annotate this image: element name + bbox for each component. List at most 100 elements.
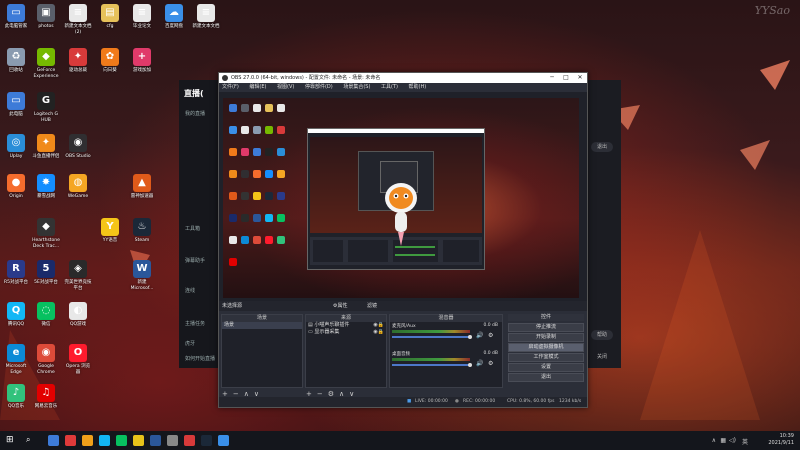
taskbar-app-icon[interactable] [201, 435, 212, 446]
source-item[interactable]: ▤ 小喵声乐聊插件 ◉🔒 [306, 322, 386, 329]
volume-slider[interactable] [392, 364, 470, 366]
desktop-icon[interactable]: ✿ 向日葵 [92, 46, 128, 90]
gear-icon[interactable]: ⚙ [488, 332, 493, 339]
menu-docks[interactable]: 停靠部件(D) [305, 84, 333, 90]
live-side-item[interactable]: 虎牙 [185, 340, 195, 347]
live-side-item[interactable]: 连线 [185, 287, 195, 294]
desktop-icon[interactable]: ✦ 斗鱼直播伴侣 [28, 132, 64, 176]
desktop-icon[interactable]: ◍ WeGame [60, 172, 96, 216]
taskbar-app-icon[interactable] [167, 435, 178, 446]
filters-button[interactable]: 滤镜 [367, 301, 377, 311]
desktop-icon[interactable]: G Logitech G HUB [28, 90, 64, 134]
studio-mode-button[interactable]: 工作室模式 [508, 353, 584, 362]
taskbar-app-icon[interactable] [133, 435, 144, 446]
live-side-item[interactable]: 我的直播 [185, 110, 205, 117]
network-icon[interactable]: ▦ [720, 437, 726, 444]
taskbar-app-icon[interactable] [184, 435, 195, 446]
volume-slider-handle[interactable] [468, 363, 472, 367]
maximize-button[interactable]: □ [559, 73, 573, 83]
preview-mini-icon [229, 236, 237, 244]
obs-titlebar[interactable]: OBS 27.0.0 (64-bit, windows) - 配置文件: 未命名… [219, 73, 587, 83]
taskbar-app-icon[interactable] [82, 435, 93, 446]
desktop-app-icon: ♫ [37, 384, 55, 402]
menu-scene-collection[interactable]: 场景集合(S) [343, 84, 370, 90]
eye-icon[interactable]: ◉🔒 [373, 322, 384, 329]
desktop-icon[interactable]: ▤ cfg [92, 2, 128, 46]
eye-icon[interactable]: ◉🔒 [373, 329, 384, 336]
properties-button[interactable]: ⚙属性 [333, 301, 347, 311]
preview-mini-icon [265, 236, 273, 244]
desktop-icon[interactable]: ≡ 新建文本文档 [188, 2, 224, 46]
gear-icon[interactable]: ⚙ [488, 360, 493, 367]
start-button[interactable]: ⊞ [6, 435, 14, 445]
taskbar-app-icon[interactable] [218, 435, 229, 446]
desktop-icon[interactable]: ◐ QQ游戏 [60, 300, 96, 344]
menu-tools[interactable]: 工具(T) [381, 84, 398, 90]
desktop-icon[interactable]: ◉ Google Chrome [28, 342, 64, 386]
desktop-icon[interactable]: ▲ 雷神加速器 [124, 172, 160, 216]
desktop-icon[interactable]: Y YY语音 [92, 216, 128, 260]
menu-file[interactable]: 文件(F) [222, 84, 239, 90]
desktop-icon[interactable]: ▣ photos [28, 2, 64, 46]
volume-slider-handle[interactable] [468, 335, 472, 339]
desktop-icon[interactable]: 5 5E对战平台 [28, 258, 64, 302]
taskbar-app-icon[interactable] [65, 435, 76, 446]
taskbar-app-icon[interactable] [116, 435, 127, 446]
sources-header: 来源 [306, 315, 386, 322]
volume-slider[interactable] [392, 336, 470, 338]
desktop-icon[interactable]: ♫ 网易云音乐 [28, 382, 64, 426]
desktop-app-icon: O [69, 344, 87, 362]
desktop-app-icon: ♪ [7, 384, 25, 402]
preview-canvas[interactable] [223, 98, 579, 298]
desktop-icon[interactable]: ≡ 毕业论文 [124, 2, 160, 46]
live-side-item[interactable]: 弹幕助手 [185, 257, 205, 264]
menu-help[interactable]: 帮助(H) [409, 84, 427, 90]
source-item[interactable]: ▭ 显示器采集 ◉🔒 [306, 329, 386, 336]
desktop-app-icon: ◍ [69, 174, 87, 192]
scene-item[interactable]: 场景 [222, 322, 302, 329]
desktop-icon[interactable]: ≡ 新建文本文档 (2) [60, 2, 96, 46]
obs-preview[interactable] [219, 92, 587, 301]
volume-icon[interactable]: ◁) [729, 437, 736, 444]
desktop-icon[interactable]: O Opera 浏览 器 [60, 342, 96, 386]
search-icon[interactable]: ⌕ [26, 435, 30, 445]
preview-mini-icon [265, 192, 273, 200]
stop-streaming-button[interactable]: 停止推流 [508, 323, 584, 332]
live-exit-button[interactable]: 退出 [591, 142, 613, 152]
desktop-icon[interactable]: ◈ 完美世界竞技 平台 [60, 258, 96, 302]
desktop-icon[interactable]: ◆ GeForce Experience [28, 46, 64, 90]
menu-edit[interactable]: 编辑(E) [249, 84, 266, 90]
desktop-icon[interactable]: ✸ 暴雪战网 [28, 172, 64, 216]
live-help-button[interactable]: 帮助 [591, 330, 613, 340]
live-close-button[interactable]: 关闭 [591, 352, 613, 362]
settings-button[interactable]: 设置 [508, 363, 584, 372]
speaker-icon[interactable]: 🔊 [476, 332, 483, 339]
desktop-icon[interactable]: + 游戏加加 [124, 46, 160, 90]
obs-logo-icon [222, 75, 228, 81]
desktop-icon[interactable]: ◆ Hearthstone Deck Trac... [28, 216, 64, 260]
start-recording-button[interactable]: 开始录制 [508, 333, 584, 342]
input-language[interactable]: 英 [742, 437, 748, 446]
taskbar-app-icon[interactable] [99, 435, 110, 446]
taskbar-app-icon[interactable] [48, 435, 59, 446]
desktop-icon-label: Opera 浏览 器 [65, 364, 91, 375]
taskbar-app-icon[interactable] [150, 435, 161, 446]
live-side-item[interactable]: 工具箱 [185, 225, 200, 232]
desktop-icon[interactable]: ☁ 百度网盘 [156, 2, 192, 46]
live-side-item[interactable]: 如何开始直播 [185, 355, 215, 362]
desktop-app-icon: R [7, 260, 25, 278]
desktop-icon[interactable]: ◌ 微信 [28, 300, 64, 344]
menu-view[interactable]: 视图(V) [277, 84, 294, 90]
desktop-icon[interactable]: ✦ 驱动总裁 [60, 46, 96, 90]
minimize-button[interactable]: ─ [545, 73, 559, 83]
tray-chevron-icon[interactable]: ∧ [712, 437, 716, 444]
live-side-item[interactable]: 主播任务 [185, 320, 205, 327]
start-virtual-camera-button[interactable]: 启动虚拟摄像机 [508, 343, 584, 352]
exit-button[interactable]: 退出 [508, 373, 584, 382]
speaker-icon[interactable]: 🔊 [476, 360, 483, 367]
desktop-icon[interactable]: W 新建 Microsof... [124, 258, 160, 302]
close-button[interactable]: ✕ [573, 73, 587, 83]
clock[interactable]: 10:39 2021/9/11 [768, 433, 794, 447]
desktop-icon[interactable]: ◉ OBS Studio [60, 132, 96, 176]
desktop-icon[interactable]: ♨ Steam [124, 216, 160, 260]
